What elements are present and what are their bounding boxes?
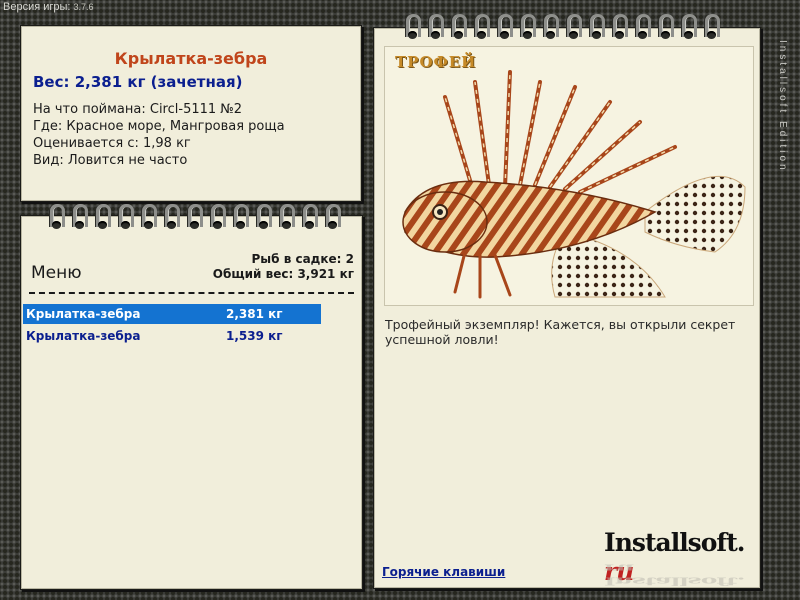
trophy-panel: ТРОФЕЙ Трофейный экземпляр! Кажется, вы … (373, 14, 761, 589)
menu-button[interactable]: Меню (31, 263, 82, 283)
dashed-divider (29, 292, 354, 294)
keepnet-panel: Меню Рыб в садке: 2 Общий вес: 3,921 кг … (20, 204, 363, 590)
fish-item-name: Крылатка-зебра (26, 329, 141, 343)
rarity-line: Вид: Ловится не часто (33, 153, 188, 168)
binder-rings (21, 204, 362, 236)
binder-rings (374, 14, 760, 46)
fish-illustration: ТРОФЕЙ (384, 46, 754, 306)
hotkeys-link[interactable]: Горячие клавиши (382, 565, 505, 579)
caught-on-line: На что поймана: Circl-5111 №2 (33, 102, 243, 117)
fish-name-title: Крылатка-зебра (114, 49, 268, 68)
fish-list-item[interactable]: Крылатка-зебра 1,539 кг (23, 326, 321, 346)
trophy-description: Трофейный экземпляр! Кажется, вы открыли… (385, 317, 736, 347)
fish-list-item[interactable]: Крылатка-зебра 2,381 кг (23, 304, 321, 324)
keepnet-stats: Рыб в садке: 2 Общий вес: 3,921 кг (213, 252, 354, 282)
game-version: Версия игры: 3.7.6 (3, 1, 94, 13)
version-label: Версия игры: (3, 1, 71, 13)
fish-weight: Вес: 2,381 кг (зачетная) (33, 73, 243, 91)
total-weight: Общий вес: 3,921 кг (212, 267, 354, 281)
installsoft-logo: Installsoft. ru Installsoft. ru (604, 528, 745, 588)
fish-count: Рыб в садке: 2 (251, 252, 355, 266)
location-line: Где: Красное море, Мангровая роща (33, 119, 285, 134)
fish-info-panel: Крылатка-зебра Вес: 2,381 кг (зачетная) … (20, 25, 362, 202)
edition-side-text: Installsoft Edition (777, 40, 788, 173)
fish-item-weight: 1,539 кг (226, 329, 283, 343)
trophy-label: ТРОФЕЙ (395, 53, 477, 71)
valued-from-line: Оценивается с: 1,98 кг (33, 136, 191, 151)
logo-main-text: Installsoft. (604, 528, 745, 557)
lionfish-image (402, 70, 746, 299)
fish-item-weight: 2,381 кг (226, 307, 283, 321)
fish-item-name: Крылатка-зебра (26, 307, 141, 321)
version-number: 3.7.6 (73, 2, 94, 12)
fish-list: Крылатка-зебра 2,381 кг Крылатка-зебра 1… (23, 304, 321, 348)
